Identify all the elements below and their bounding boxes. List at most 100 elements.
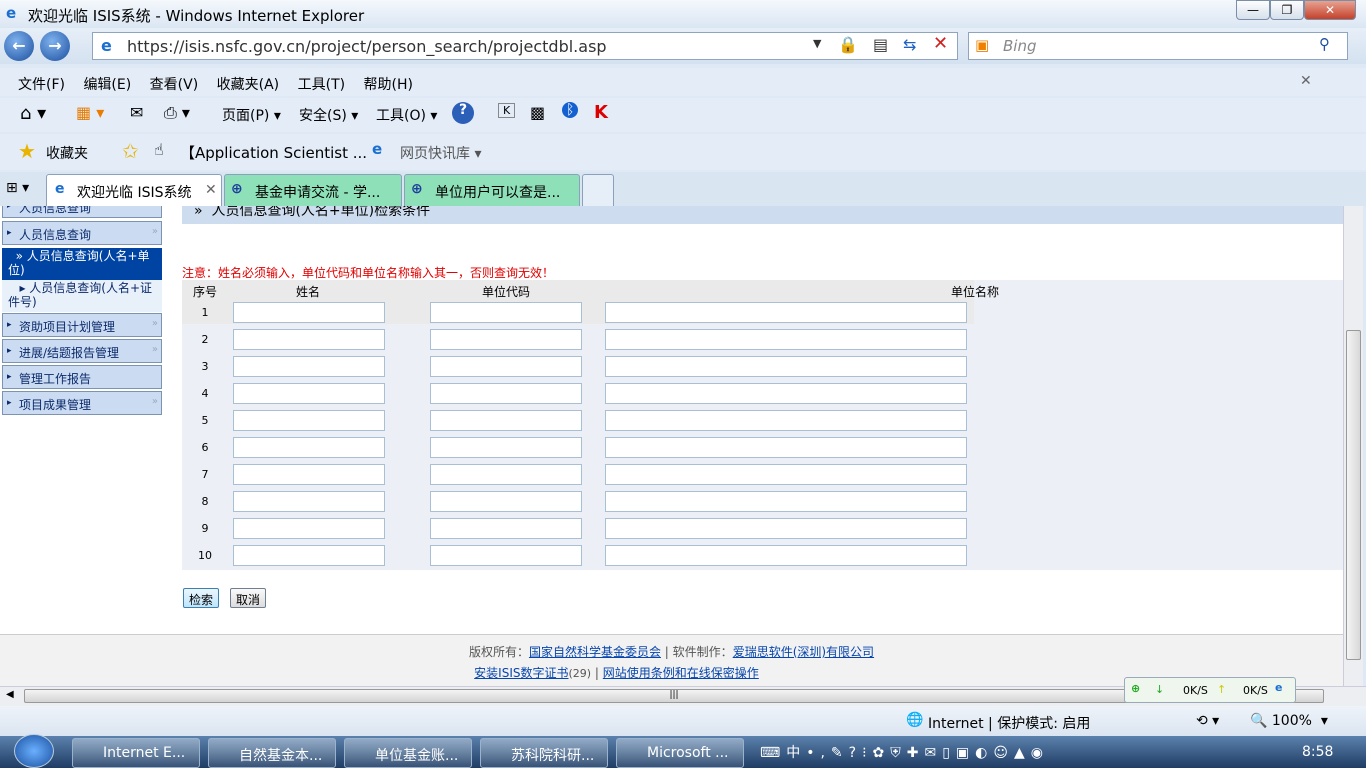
k-addon-icon[interactable]: K — [498, 103, 516, 118]
favorites-button[interactable]: 收藏夹 — [46, 143, 88, 163]
kaspersky-icon[interactable]: K — [594, 102, 608, 123]
menu-help[interactable]: 帮助(H) — [364, 77, 413, 93]
unit-code-input[interactable] — [430, 545, 582, 566]
name-input[interactable] — [233, 491, 385, 512]
search-box[interactable]: ▣ Bing ⚲ — [968, 32, 1348, 60]
sidebar-subitem-name-unit[interactable]: » 人员信息查询(人名+单位) — [2, 248, 162, 280]
home-icon[interactable]: ⌂ ▾ — [20, 103, 46, 124]
lock-icon[interactable]: 🔒 — [838, 35, 858, 54]
back-button[interactable]: ← — [4, 31, 34, 61]
help-icon[interactable]: ? — [452, 102, 474, 124]
unit-name-input[interactable] — [605, 545, 967, 566]
name-input[interactable] — [233, 329, 385, 350]
unit-name-input[interactable] — [605, 302, 967, 323]
tab-forum[interactable]: ⊕ 基金申请交流 - 学... — [224, 174, 402, 206]
forward-button[interactable]: → — [40, 31, 70, 61]
refresh-icon[interactable]: ⇆ — [903, 35, 916, 54]
search-icon[interactable]: ⚲ — [1319, 35, 1330, 53]
add-favorite-icon[interactable]: ✩ — [122, 139, 139, 163]
menu-edit[interactable]: 编辑(E) — [83, 77, 131, 93]
clock[interactable]: 8:58 — [1302, 744, 1333, 760]
name-input[interactable] — [233, 356, 385, 377]
bluetooth-icon[interactable]: ᛒ — [562, 102, 579, 118]
zoom-control[interactable]: 🔍 100% ▾ — [1250, 713, 1328, 729]
unit-name-input[interactable] — [605, 491, 967, 512]
cancel-button[interactable]: 取消 — [230, 588, 267, 608]
unit-code-input[interactable] — [430, 464, 582, 485]
address-bar[interactable]: e https://isis.nsfc.gov.cn/project/perso… — [92, 32, 958, 60]
horizontal-scrollbar[interactable]: ◀ ||| ⊕ ↓ 0K/S ↑ 0K/S e — [0, 677, 1366, 706]
unit-name-input[interactable] — [605, 464, 967, 485]
name-input[interactable] — [233, 437, 385, 458]
name-input[interactable] — [233, 518, 385, 539]
sync-icon[interactable]: ⟲ ▾ — [1196, 713, 1219, 729]
taskbar-folder[interactable]: 自然基金本... — [208, 738, 336, 768]
name-input[interactable] — [233, 464, 385, 485]
unit-name-input[interactable] — [605, 383, 967, 404]
web-slice-gallery[interactable]: 网页快讯库 ▾ — [400, 143, 481, 163]
tools-menu[interactable]: 工具(O) ▾ — [376, 105, 437, 125]
close-toolbar-icon[interactable]: ✕ — [1300, 73, 1312, 89]
unit-code-input[interactable] — [430, 518, 582, 539]
menu-favorites[interactable]: 收藏夹(A) — [217, 77, 280, 93]
taskbar-ie[interactable]: Internet E... — [72, 738, 200, 768]
quick-tabs-icon[interactable]: ⊞ ▾ — [6, 180, 29, 196]
taskbar-office[interactable]: Microsoft ... — [616, 738, 744, 768]
feeds-icon[interactable]: ▦ ▾ — [76, 103, 104, 122]
nsfc-link[interactable]: 国家自然科学基金委员会 — [529, 645, 661, 659]
vertical-scroll-thumb[interactable] — [1346, 330, 1361, 660]
security-zone[interactable]: Internet | 保护模式: 启用 — [928, 713, 1090, 733]
unit-code-input[interactable] — [430, 491, 582, 512]
sidebar-item-funding-plan[interactable]: 资助项目计划管理» — [2, 313, 162, 337]
sidebar-item-person-query[interactable]: 人员信息查询» — [2, 221, 162, 245]
maximize-button[interactable]: ❐ — [1270, 0, 1304, 20]
taskbar-app[interactable]: 苏科院科研... — [480, 738, 608, 768]
name-input[interactable] — [233, 383, 385, 404]
unit-name-input[interactable] — [605, 410, 967, 431]
unit-code-input[interactable] — [430, 383, 582, 404]
mail-icon[interactable]: ✉ — [130, 103, 143, 122]
dropdown-icon[interactable]: ▼ — [813, 37, 821, 50]
iris-link[interactable]: 爱瑞思软件(深圳)有限公司 — [733, 645, 874, 659]
sidebar-item-results[interactable]: 项目成果管理» — [2, 391, 162, 415]
unit-name-input[interactable] — [605, 437, 967, 458]
tab-close-icon[interactable]: ✕ — [205, 182, 217, 198]
unit-code-input[interactable] — [430, 356, 582, 377]
menu-view[interactable]: 查看(V) — [150, 77, 199, 93]
taskbar-word[interactable]: 单位基金账... — [344, 738, 472, 768]
sidebar-item-clipped[interactable]: 人员信息查询 — [2, 206, 162, 218]
sidebar-item-progress-report[interactable]: 进展/结题报告管理» — [2, 339, 162, 363]
sidebar-item-work-report[interactable]: 管理工作报告 — [2, 365, 162, 389]
page-menu[interactable]: 页面(P) ▾ — [222, 105, 281, 125]
new-tab-button[interactable] — [582, 174, 614, 206]
menu-tools[interactable]: 工具(T) — [298, 77, 345, 93]
tab-isis[interactable]: e 欢迎光临 ISIS系统 ✕ — [46, 174, 222, 206]
name-input[interactable] — [233, 302, 385, 323]
terms-link[interactable]: 网站使用条例和在线保密操作 — [603, 666, 759, 680]
menu-file[interactable]: 文件(F) — [18, 77, 65, 93]
unit-name-input[interactable] — [605, 329, 967, 350]
name-input[interactable] — [233, 545, 385, 566]
safety-menu[interactable]: 安全(S) ▾ — [299, 105, 358, 125]
install-cert-link[interactable]: 安装ISIS数字证书 — [474, 666, 568, 680]
close-button[interactable]: ✕ — [1304, 0, 1356, 20]
unit-code-input[interactable] — [430, 410, 582, 431]
research-icon[interactable]: ▩ — [530, 103, 545, 122]
unit-code-input[interactable] — [430, 329, 582, 350]
vertical-scrollbar[interactable] — [1343, 206, 1363, 686]
unit-name-input[interactable] — [605, 356, 967, 377]
search-button[interactable]: 检索 — [183, 588, 220, 608]
unit-code-input[interactable] — [430, 437, 582, 458]
system-tray-icons[interactable]: ⌨中•,✎?⁝✿⛨✚✉▯▣◐☺▲◉ — [760, 742, 1049, 762]
name-input[interactable] — [233, 410, 385, 431]
tab-unit[interactable]: ⊕ 单位用户可以查是... — [404, 174, 580, 206]
start-button[interactable] — [14, 734, 54, 768]
unit-code-input[interactable] — [430, 302, 582, 323]
stop-icon[interactable]: ✕ — [933, 33, 948, 54]
unit-name-input[interactable] — [605, 518, 967, 539]
minimize-button[interactable]: — — [1236, 0, 1270, 20]
favorite-link-1[interactable]: 【Application Scientist ... — [180, 142, 367, 163]
compat-icon[interactable]: ▤ — [873, 35, 888, 54]
sidebar-subitem-name-id[interactable]: ▸ 人员信息查询(人名+证件号) — [2, 280, 162, 312]
print-icon[interactable]: ⎙ ▾ — [164, 103, 190, 123]
